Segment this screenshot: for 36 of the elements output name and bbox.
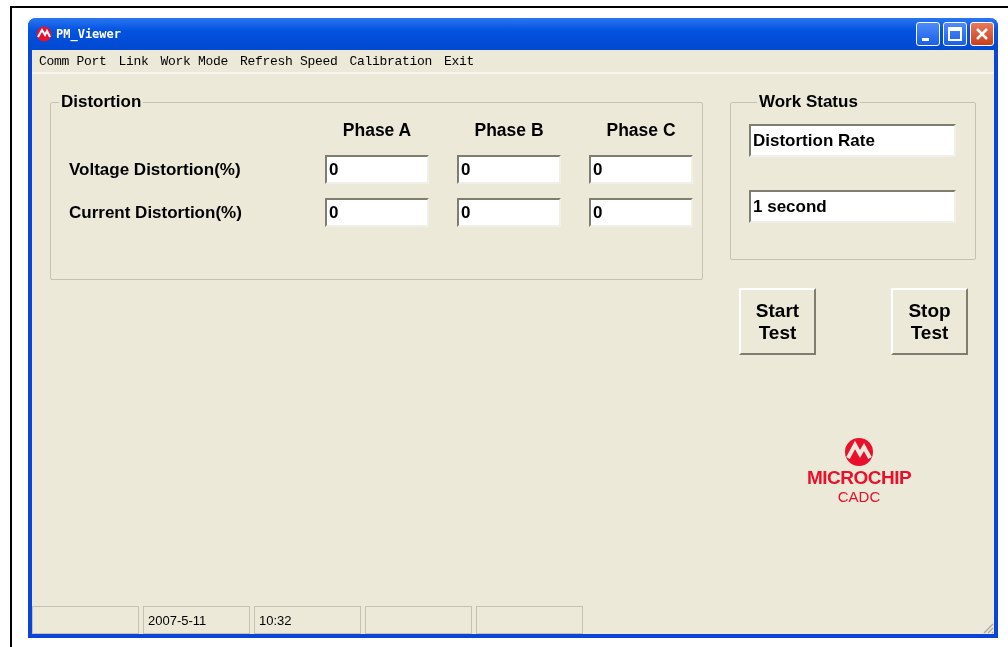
value-field[interactable]: 0	[589, 155, 693, 184]
value-field[interactable]: 0	[325, 198, 429, 227]
menu-item[interactable]: Work Mode	[157, 53, 232, 69]
group-title: Work Status	[758, 92, 859, 112]
brand-subtitle: CADC	[837, 489, 881, 505]
brand-text: MICROCHIP	[806, 467, 912, 489]
column-header: Phase B	[473, 120, 545, 141]
minimize-button[interactable]	[916, 22, 940, 46]
chip-logo-icon	[844, 437, 874, 467]
menu-item[interactable]: Refresh Speed	[237, 53, 341, 69]
column-header: Phase C	[605, 120, 677, 141]
status-time: 10:32	[254, 606, 361, 634]
column-header: Phase A	[341, 120, 413, 141]
status-field[interactable]: 1 second	[749, 190, 956, 223]
menu-item[interactable]: Comm Port	[36, 53, 110, 69]
maximize-button[interactable]	[943, 22, 967, 46]
menu-item[interactable]: Calibration	[346, 53, 436, 69]
test-button[interactable]: Stop Test	[891, 288, 968, 355]
status-field[interactable]: Distortion Rate	[749, 124, 956, 157]
minimize-icon	[922, 37, 929, 41]
close-button[interactable]	[970, 22, 994, 46]
menu-item[interactable]: Exit	[441, 53, 478, 69]
row-label: Current Distortion(%)	[69, 202, 243, 223]
value-field[interactable]: 0	[325, 155, 429, 184]
test-button[interactable]: Start Test	[739, 288, 816, 355]
menu-item[interactable]: Link	[115, 53, 152, 69]
resize-grip-icon	[982, 622, 994, 634]
app-logo-icon	[36, 26, 52, 42]
value-field[interactable]: 0	[589, 198, 693, 227]
window-title: PM_Viewer	[56, 27, 122, 41]
group-title: Distortion	[60, 92, 143, 112]
value-field[interactable]: 0	[457, 155, 561, 184]
maximize-icon	[945, 24, 965, 44]
status-date: 2007-5-11	[143, 606, 250, 634]
value-field[interactable]: 0	[457, 198, 561, 227]
row-label: Voltage Distortion(%)	[69, 159, 242, 180]
